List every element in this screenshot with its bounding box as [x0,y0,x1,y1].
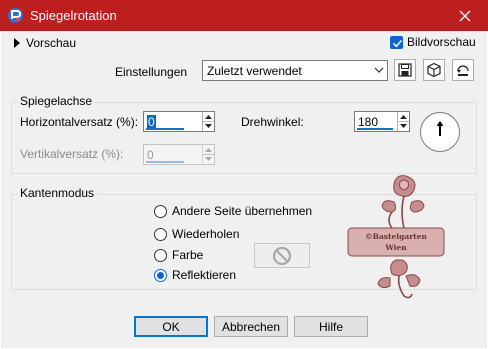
vertical-offset-slider [146,161,184,163]
increment-button[interactable] [203,112,214,121]
decrement-button[interactable] [203,121,214,130]
mirror-axis-group-title: Spiegelachse [17,94,96,108]
decrement-button[interactable] [398,121,409,130]
watermark-line2: Wien [384,243,407,252]
spinner-buttons [202,112,214,131]
prohibited-icon [272,246,292,265]
save-preset-button[interactable] [394,59,416,81]
radio-unchecked-icon [154,204,167,218]
radio-unchecked-icon [154,227,167,241]
dial-pointer-icon [436,121,444,136]
edge-mode-option-label: Andere Seite übernehmen [172,204,313,218]
horizontal-offset-slider[interactable] [146,128,184,130]
image-preview-checkbox[interactable]: Bildvorschau [390,35,476,49]
horizontal-offset-value: 0 [147,115,156,129]
arrow-down-icon [205,157,212,161]
increment-button[interactable] [398,112,409,121]
horizontal-offset-label: Horizontalversatz (%): [20,115,139,129]
radio-checked-icon [154,268,167,282]
help-button[interactable]: Hilfe [294,316,368,337]
vertical-offset-spinner[interactable]: 0 [143,144,215,165]
vertical-offset-value: 0 [147,148,154,162]
window-title: Spiegelrotation [30,8,117,23]
cancel-button[interactable]: Abbrechen [214,316,288,337]
vertical-offset-label: Vertikalversatz (%): [20,147,124,161]
chevron-down-icon [374,67,384,73]
rotation-angle-label: Drehwinkel: [241,115,304,129]
watermark-rose-stamp: ©Bastelgarten Wien [347,175,445,299]
close-icon [459,10,471,21]
edge-mode-option-color[interactable]: Farbe [154,248,203,262]
edge-mode-option-label: Reflektieren [172,268,237,282]
arrow-up-icon [400,114,407,119]
increment-button [203,145,214,154]
save-icon [398,63,412,77]
load-preset-button[interactable] [423,59,445,81]
cancel-button-label: Abbrechen [221,319,281,334]
horizontal-offset-spinner[interactable]: 0 [143,111,215,132]
edge-color-swatch[interactable] [254,243,310,268]
settings-dropdown[interactable]: Zuletzt verwendet [202,60,388,81]
spinner-buttons [202,145,214,164]
arrow-down-icon [205,124,212,128]
ok-button[interactable]: OK [134,316,208,337]
ok-button-label: OK [162,319,180,334]
settings-label: Einstellungen [115,65,188,79]
image-preview-label: Bildvorschau [407,35,476,49]
rotation-angle-slider[interactable] [357,128,393,130]
arrow-up-icon [205,114,212,119]
edge-mode-option-label: Farbe [172,248,204,262]
settings-dropdown-value: Zuletzt verwendet [207,64,302,78]
checkbox-checked-icon [390,35,403,49]
edge-mode-option-repeat[interactable]: Wiederholen [154,227,239,241]
arrow-up-icon [205,147,212,152]
watermark-line1: ©Bastelgarten [365,232,427,241]
radio-unchecked-icon [154,248,167,262]
edge-mode-option-other-side[interactable]: Andere Seite übernehmen [154,204,312,218]
decrement-button [203,154,214,163]
reset-icon [457,65,469,76]
edge-mode-option-reflect[interactable]: Reflektieren [154,268,236,282]
rotation-angle-spinner[interactable]: 180 [354,111,410,132]
spinner-buttons [397,112,409,131]
edge-mode-option-label: Wiederholen [172,227,240,241]
arrow-down-icon [400,124,407,128]
help-button-label: Hilfe [318,319,343,334]
title-bar: Spiegelrotation [0,0,488,31]
edge-mode-group-title: Kantenmodus [17,186,98,200]
app-icon [8,8,23,23]
preview-toggle[interactable]: Vorschau [14,36,76,50]
load-preset-icon [427,62,441,78]
expand-arrow-icon [14,38,20,48]
close-button[interactable] [442,0,488,31]
preview-label: Vorschau [26,36,77,50]
reset-button[interactable] [452,59,474,81]
rotation-dial[interactable] [420,112,460,152]
rotation-angle-value: 180 [358,115,379,129]
